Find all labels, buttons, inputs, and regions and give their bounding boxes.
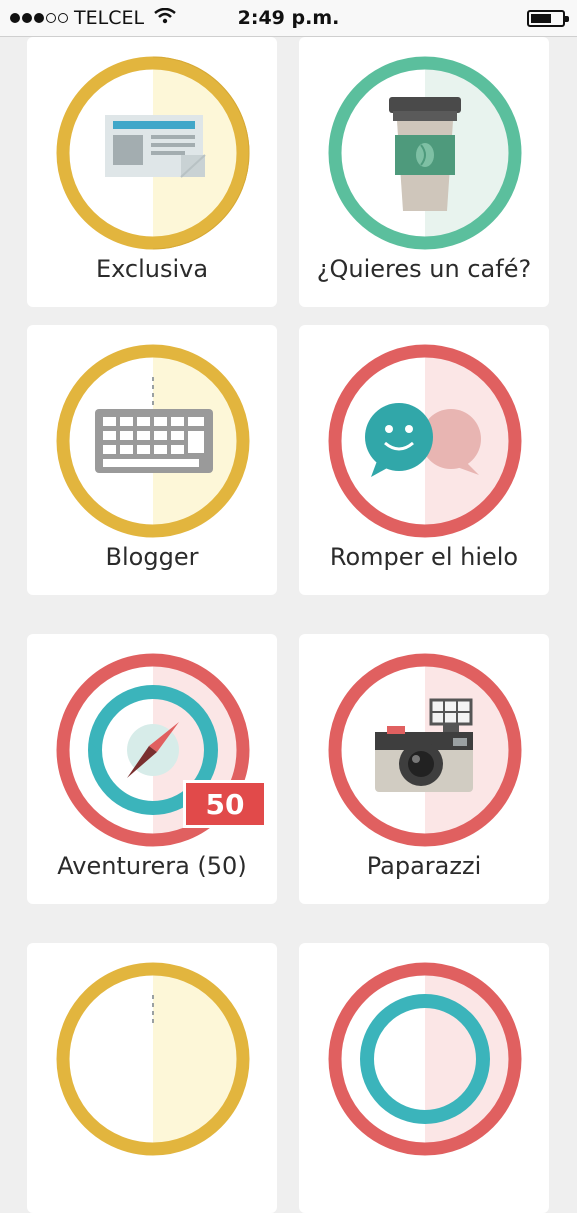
newspaper-icon	[56, 56, 250, 250]
coffee-cup-icon	[328, 56, 522, 250]
badge-card-romper-el-hielo[interactable]: Romper el hielo	[299, 325, 549, 595]
battery-icon	[527, 10, 569, 27]
badge-card-partial-2[interactable]	[299, 943, 549, 1213]
badge-image	[55, 343, 251, 539]
keyboard-icon	[56, 344, 250, 538]
status-bar: TELCEL 2:49 p.m.	[0, 0, 577, 37]
badge-card-blogger[interactable]: Blogger	[27, 325, 277, 595]
badge-label: Aventurera (50)	[57, 852, 247, 880]
badge-image	[327, 652, 523, 848]
count-badge: 50	[183, 780, 267, 828]
chat-bubbles-icon	[328, 344, 522, 538]
badge-card-quieres-un-cafe[interactable]: ¿Quieres un café?	[299, 37, 549, 307]
badge-image	[327, 343, 523, 539]
badge-image: 50	[55, 652, 267, 848]
status-time: 2:49 p.m.	[237, 7, 340, 29]
badge-image	[55, 961, 251, 1157]
badge-card-partial-1[interactable]	[27, 943, 277, 1213]
compass-icon	[328, 962, 522, 1156]
badge-label: Blogger	[105, 543, 199, 571]
badge-image	[55, 55, 251, 251]
badge-card-exclusiva[interactable]: Exclusiva	[27, 37, 277, 307]
badge-label: Romper el hielo	[329, 543, 519, 571]
badge-label: Paparazzi	[366, 852, 482, 880]
badges-grid: Exclusiva ¿Quieres un café? Blogger Romp…	[0, 0, 577, 1213]
badge-image	[327, 961, 523, 1157]
badge-label: Exclusiva	[95, 255, 209, 283]
badge-image	[327, 55, 523, 251]
keyboard-icon	[56, 962, 250, 1156]
badge-label: ¿Quieres un café?	[316, 255, 532, 283]
badge-card-paparazzi[interactable]: Paparazzi	[299, 634, 549, 904]
badge-card-aventurera[interactable]: 50 Aventurera (50)	[27, 634, 277, 904]
camera-icon	[328, 653, 522, 847]
